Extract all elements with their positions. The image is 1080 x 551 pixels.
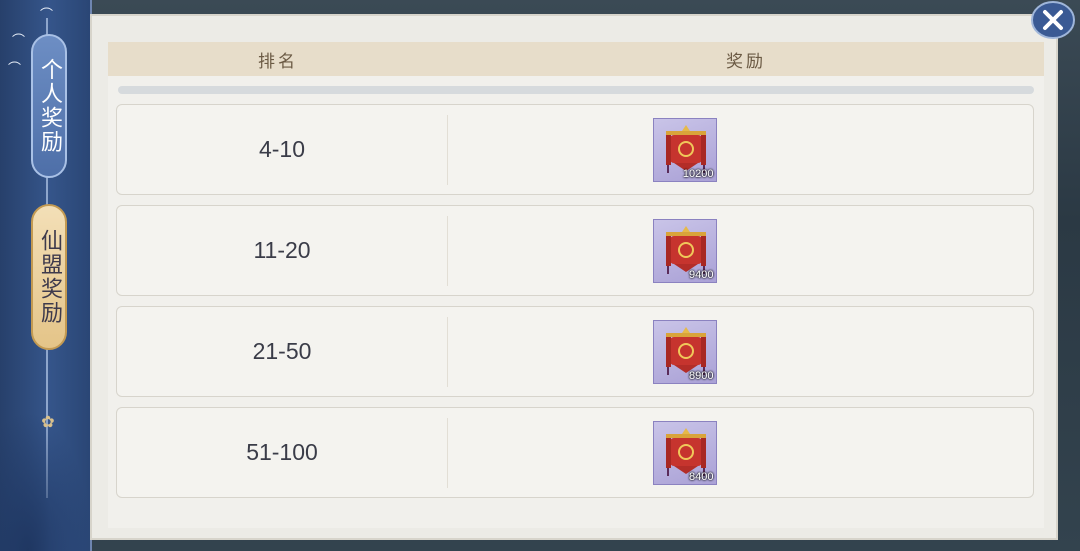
reward-item[interactable]: 9400 (652, 218, 717, 283)
header-rank: 排名 (258, 51, 298, 72)
crane-icon: ⌒ (12, 34, 26, 49)
rank-range: 51-100 (246, 439, 318, 465)
crane-icon: ⌒ (8, 62, 22, 77)
table-row: 11-20 9400 (116, 205, 1034, 296)
crane-icon: ⌒ (40, 8, 54, 23)
reward-count: 10200 (682, 167, 714, 180)
reward-panel: 排名 奖励 4-10 10200 11-20 9400 21-50 8900 5… (90, 14, 1058, 540)
strip-wave-decoration (0, 411, 92, 551)
reward-count: 9400 (689, 268, 714, 281)
reward-item[interactable]: 8900 (652, 319, 717, 384)
reward-item[interactable]: 10200 (652, 117, 717, 182)
table-row: 21-50 8900 (116, 306, 1034, 397)
rank-range: 4-10 (258, 136, 306, 162)
tab-label: 个人奖励 (37, 58, 62, 154)
header-reward: 奖励 (726, 51, 766, 72)
table-row: 4-10 10200 (116, 104, 1034, 195)
scroll-indicator[interactable] (118, 86, 1034, 94)
close-icon (1031, 1, 1075, 39)
reward-item[interactable]: 8400 (652, 420, 717, 485)
tab-guild-reward[interactable]: 仙盟奖励 (31, 204, 67, 350)
table-row: 51-100 8400 (116, 407, 1034, 498)
tab-personal-reward[interactable]: 个人奖励 (31, 34, 67, 178)
rank-range: 21-50 (252, 338, 312, 364)
tab-label: 仙盟奖励 (37, 229, 62, 325)
rank-range: 11-20 (253, 237, 311, 263)
side-tab-strip: ⌒ ⌒ ⌒ ✿ 个人奖励 仙盟奖励 (0, 0, 92, 551)
reward-table: 排名 奖励 4-10 10200 11-20 9400 21-50 8900 5… (108, 42, 1044, 528)
reward-count: 8400 (689, 470, 714, 483)
table-header: 排名 奖励 (108, 42, 1044, 76)
lotus-icon: ✿ (41, 412, 55, 431)
reward-count: 8900 (689, 369, 714, 382)
close-button[interactable] (1030, 0, 1076, 40)
